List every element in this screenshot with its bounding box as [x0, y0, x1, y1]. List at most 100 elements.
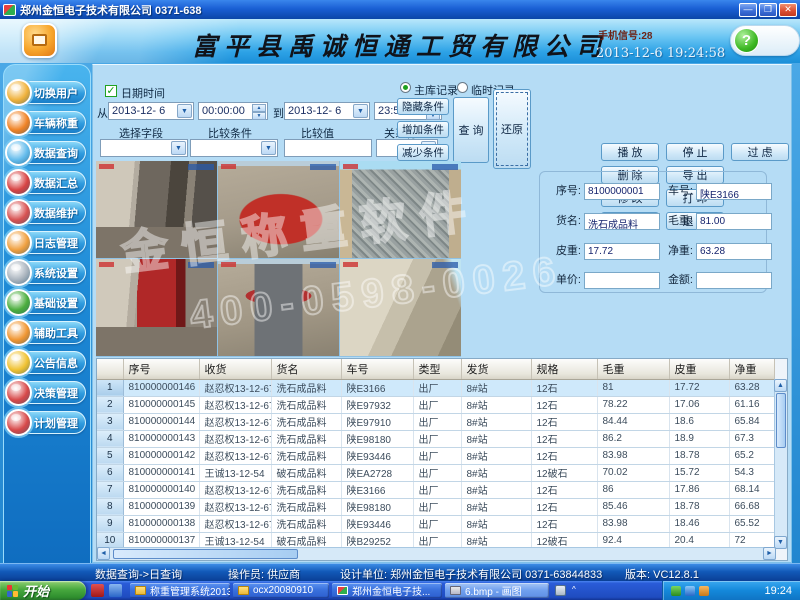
- scroll-left-icon[interactable]: ◄: [97, 547, 110, 560]
- decision-management-icon: [5, 379, 32, 406]
- table-row[interactable]: 9810000000138赵忍权13-12-67洗石成品料陕E93446出厂8#…: [97, 515, 774, 532]
- spinner-arrows-icon[interactable]: ▲▼: [252, 104, 266, 118]
- hide-condition-button[interactable]: 隐藏条件: [397, 98, 449, 115]
- table-cell: 出厂: [413, 430, 461, 447]
- restore-button[interactable]: 还原: [493, 89, 531, 169]
- add-condition-button[interactable]: 增加条件: [397, 121, 449, 138]
- tray-icon-blue[interactable]: [685, 586, 695, 596]
- sidebar-item-label: 基础设置: [34, 295, 78, 311]
- sidebar-item-plan-management[interactable]: 计划管理: [8, 411, 86, 434]
- column-header[interactable]: 收货: [199, 359, 271, 379]
- task-ocx-folder[interactable]: ocx20080910: [233, 583, 329, 598]
- remove-condition-button[interactable]: 减少条件: [397, 144, 449, 161]
- amount-field[interactable]: [696, 272, 772, 289]
- close-button[interactable]: ✕: [779, 3, 797, 17]
- sidebar-item-data-query[interactable]: 数据查询: [8, 141, 86, 164]
- temp-records-radio[interactable]: [457, 82, 468, 93]
- table-row[interactable]: 4810000000143赵忍权13-12-67洗石成品料陕E98180出厂8#…: [97, 430, 774, 447]
- table-cell: 12石: [531, 413, 597, 430]
- value-input[interactable]: [284, 139, 372, 157]
- vertical-scrollbar[interactable]: ▲ ▼: [774, 379, 787, 549]
- gross-field[interactable]: 81.00: [696, 213, 772, 230]
- sidebar-item-vehicle-weighing[interactable]: 车辆称重: [8, 111, 86, 134]
- field-select[interactable]: ▼: [100, 139, 188, 157]
- sidebar-item-basic-settings[interactable]: 基础设置: [8, 291, 86, 314]
- column-header[interactable]: 毛重: [597, 359, 669, 379]
- column-header[interactable]: 类型: [413, 359, 461, 379]
- sidebar-item-data-summary[interactable]: 数据汇总: [8, 171, 86, 194]
- printer-tray-icon[interactable]: [555, 585, 566, 596]
- chevron-down-icon[interactable]: ▼: [177, 104, 192, 118]
- cond-select[interactable]: ▼: [190, 139, 278, 157]
- row-number-cell: 2: [97, 396, 123, 413]
- horizontal-scrollbar[interactable]: ◄ ►: [97, 547, 776, 560]
- task-jinheng-app[interactable]: 郑州金恒电子技...: [332, 583, 442, 598]
- main-records-radio[interactable]: [400, 82, 411, 93]
- quicklaunch-icon-2[interactable]: [109, 584, 122, 597]
- table-row[interactable]: 8810000000139赵忍权13-12-67洗石成品料陕E98180出厂8#…: [97, 498, 774, 515]
- start-label: 开始: [23, 581, 49, 600]
- sidebar-item-system-settings[interactable]: 系统设置: [8, 261, 86, 284]
- table-row[interactable]: 6810000000141王诚13-12-54破石成品料陕EA2728出厂8#站…: [97, 464, 774, 481]
- net-field[interactable]: 63.28: [696, 243, 772, 260]
- table-row[interactable]: 5810000000142赵忍权13-12-67洗石成品料陕E93446出厂8#…: [97, 447, 774, 464]
- scroll-right-icon[interactable]: ►: [763, 547, 776, 560]
- table-row[interactable]: 1810000000146赵忍权13-12-67洗石成品料陕E3166出厂8#站…: [97, 379, 774, 396]
- chevron-down-icon[interactable]: ▼: [171, 141, 186, 155]
- sidebar-item-log-management[interactable]: 日志管理: [8, 231, 86, 254]
- start-button[interactable]: 开始: [0, 581, 86, 600]
- table-cell: 赵忍权13-12-67: [199, 481, 271, 498]
- date-from-value: 2013-12- 6: [112, 105, 165, 117]
- table-cell: 67.3: [729, 430, 774, 447]
- column-header[interactable]: 发货: [461, 359, 531, 379]
- time-from-spinner[interactable]: 00:00:00 ▲▼: [198, 102, 268, 120]
- sidebar-item-auxiliary-tools[interactable]: 辅助工具: [8, 321, 86, 344]
- task-paint[interactable]: 6.bmp - 画图: [445, 583, 549, 598]
- plate-field[interactable]: 陕E3166: [696, 183, 772, 200]
- scroll-up-icon[interactable]: ▲: [774, 379, 787, 392]
- datetime-checkbox[interactable]: ✓: [105, 85, 117, 97]
- chevron-down-icon[interactable]: ▼: [353, 104, 368, 118]
- help-button[interactable]: ?: [730, 25, 800, 56]
- status-version: 版本: VC12.8.1: [625, 566, 699, 582]
- sidebar-item-decision-management[interactable]: 决策管理: [8, 381, 86, 404]
- table-cell: 陕EA2728: [341, 464, 413, 481]
- vscroll-thumb[interactable]: [776, 393, 786, 448]
- stop-button[interactable]: 停 止: [666, 143, 724, 161]
- tare-field[interactable]: 17.72: [584, 243, 660, 260]
- serial-field[interactable]: 8100000001: [584, 183, 660, 200]
- query-button[interactable]: 查 询: [453, 97, 489, 163]
- unit-price-field[interactable]: [584, 272, 660, 289]
- quicklaunch-icon-1[interactable]: [91, 584, 104, 597]
- table-row[interactable]: 2810000000145赵忍权13-12-67洗石成品料陕E97932出厂8#…: [97, 396, 774, 413]
- filter-button[interactable]: 过 虑: [731, 143, 789, 161]
- date-to-picker[interactable]: 2013-12- 6▼: [284, 102, 370, 120]
- vehicle-weighing-icon: [5, 109, 32, 136]
- restore-button[interactable]: ❐: [759, 3, 777, 17]
- play-button[interactable]: 播 放: [601, 143, 659, 161]
- sidebar-item-announcement-info[interactable]: 公告信息: [8, 351, 86, 374]
- tray-icon-orange[interactable]: [699, 586, 709, 596]
- chevron-down-icon[interactable]: ▼: [261, 141, 276, 155]
- minimize-button[interactable]: —: [739, 3, 757, 17]
- hscroll-thumb[interactable]: [113, 549, 298, 559]
- sidebar-item-data-maintenance[interactable]: 数据维护: [8, 201, 86, 224]
- sidebar-item-label: 数据汇总: [34, 175, 78, 191]
- column-header[interactable]: 净重: [729, 359, 774, 379]
- goods-field[interactable]: 洗石成品料: [584, 213, 660, 230]
- table-row[interactable]: 3810000000144赵忍权13-12-67洗石成品料陕E97910出厂8#…: [97, 413, 774, 430]
- column-header[interactable]: 货名: [271, 359, 341, 379]
- sidebar-item-switch-user[interactable]: 切换用户: [8, 81, 86, 104]
- tray-icon-green[interactable]: [671, 586, 681, 596]
- row-number-cell: 5: [97, 447, 123, 464]
- column-header[interactable]: [97, 359, 123, 379]
- table-row[interactable]: 7810000000140赵忍权13-12-67洗石成品料陕E3166出厂8#站…: [97, 481, 774, 498]
- chevron-up-icon[interactable]: ^: [572, 585, 580, 596]
- task-weighing-system[interactable]: 称重管理系统2013...: [130, 583, 230, 598]
- column-header[interactable]: 皮重: [669, 359, 729, 379]
- column-header[interactable]: 序号: [123, 359, 199, 379]
- record-detail-form: 序号:8100000001车号:陕E3166货名:洗石成品料毛重:81.00皮重…: [539, 171, 767, 293]
- date-from-picker[interactable]: 2013-12- 6 ▼: [108, 102, 194, 120]
- column-header[interactable]: 规格: [531, 359, 597, 379]
- column-header[interactable]: 车号: [341, 359, 413, 379]
